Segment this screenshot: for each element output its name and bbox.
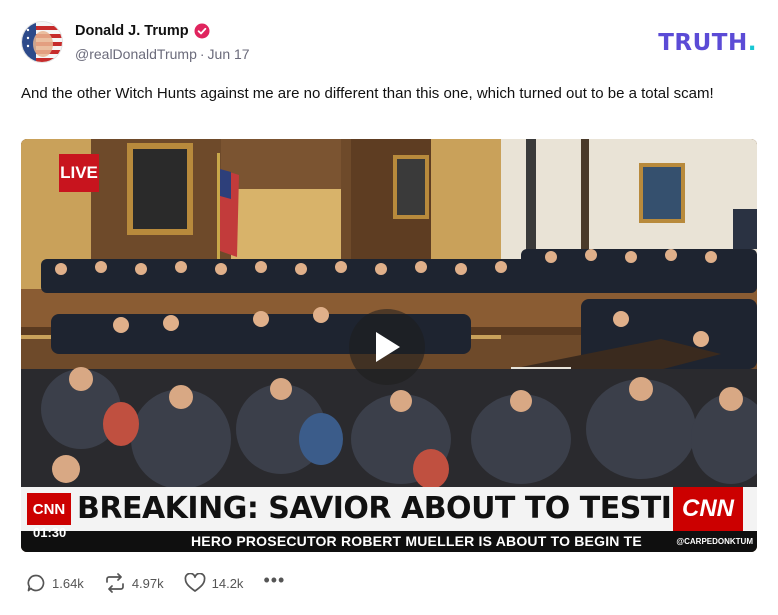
more-icon[interactable]: •••: [263, 571, 285, 589]
post-date[interactable]: Jun 17: [208, 46, 250, 62]
avatar-image: [22, 22, 62, 62]
cnn-logo-right: CNN: [673, 487, 743, 531]
avatar[interactable]: [21, 21, 63, 63]
like-button[interactable]: 14.2k: [184, 573, 244, 593]
retruth-icon: [105, 573, 124, 593]
like-count: 14.2k: [211, 575, 244, 591]
author-meta: @realDonaldTrump · Jun 17: [75, 46, 250, 62]
play-button[interactable]: [349, 309, 425, 385]
live-badge: LIVE: [59, 154, 99, 192]
author-handle[interactable]: @realDonaldTrump: [75, 46, 197, 62]
watermark: @CARPEDONKTUM: [676, 537, 753, 546]
verified-badge-icon: [194, 23, 210, 39]
post-actions: 1.64k 4.97k 14.2k •••: [26, 571, 285, 593]
truth-logo[interactable]: TRUTH.: [658, 30, 757, 56]
cnn-logo-left: CNN: [27, 493, 71, 525]
post-text: And the other Witch Hunts against me are…: [21, 85, 714, 102]
reply-count: 1.64k: [52, 575, 84, 591]
reply-button[interactable]: 1.64k: [26, 573, 84, 593]
retruth-button[interactable]: 4.97k: [104, 573, 164, 593]
ticker-text: HERO PROSECUTOR ROBERT MUELLER IS ABOUT …: [191, 533, 642, 549]
meta-separator: ·: [199, 46, 205, 62]
author-name-row[interactable]: Donald J. Trump: [75, 23, 210, 39]
reply-icon: [27, 574, 45, 592]
truth-logo-text: TRUTH: [658, 30, 748, 56]
news-chyron: CNN BREAKING: SAVIOR ABOUT TO TESTIFY CN…: [21, 487, 757, 531]
video-player[interactable]: LIVE CNN BREAKING: SAVIOR ABOUT TO TESTI…: [21, 139, 757, 552]
truth-post: Donald J. Trump @realDonaldTrump · Jun 17 …: [0, 0, 778, 615]
truth-logo-dot: .: [747, 30, 757, 56]
chyron-headline: BREAKING: SAVIOR ABOUT TO TESTIFY: [77, 491, 713, 526]
news-ticker: HERO PROSECUTOR ROBERT MUELLER IS ABOUT …: [21, 531, 757, 552]
retruth-count: 4.97k: [131, 575, 164, 591]
play-icon: [376, 332, 400, 362]
video-timestamp: 01:30: [33, 525, 67, 540]
like-icon: [184, 573, 206, 592]
author-name[interactable]: Donald J. Trump: [75, 23, 189, 39]
